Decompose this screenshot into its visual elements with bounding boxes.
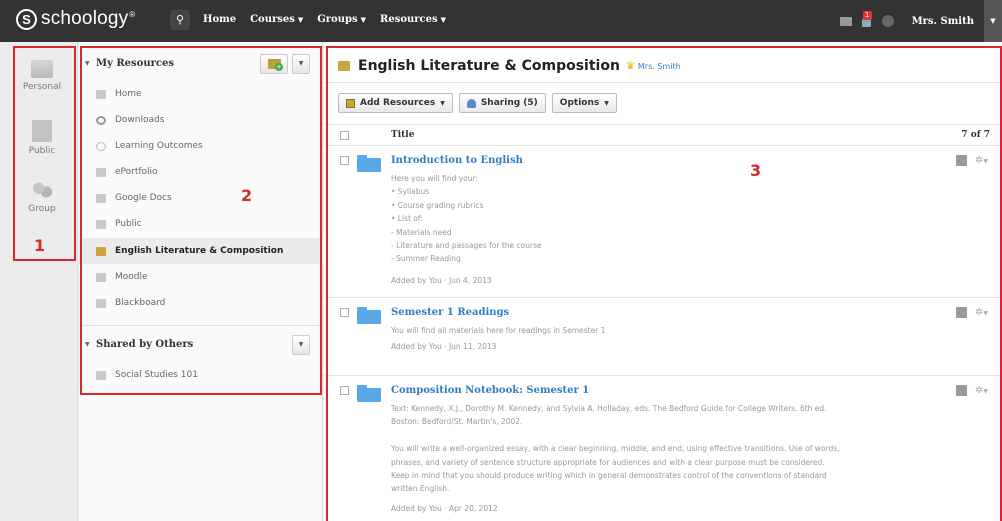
nav-home[interactable]: Home (203, 14, 236, 25)
nav-courses[interactable]: Courses ▼ (250, 14, 303, 25)
chevron-down-icon: ▼ (297, 15, 304, 24)
annotation-box-3 (326, 46, 1002, 521)
top-navigation-bar: S schoology® ⚲ Home Courses ▼ Groups ▼ Res… (0, 0, 1002, 42)
logo-text: schoology (41, 8, 129, 29)
chevron-down-icon: ▼ (440, 15, 446, 24)
annotation-box-2 (80, 46, 322, 395)
notification-badge: 1 (862, 11, 872, 20)
requests-icon[interactable]: 1 (860, 11, 874, 28)
nav-resources-label: Resources (380, 14, 438, 25)
nav-courses-label: Courses (250, 14, 295, 25)
annotation-number-1: 1 (34, 236, 46, 255)
schoology-logo[interactable]: S schoology® (16, 8, 135, 30)
main-nav: Home Courses ▼ Groups ▼ Resources ▼ (203, 14, 460, 25)
nav-groups-label: Groups (317, 14, 358, 25)
nav-home-label: Home (203, 14, 237, 25)
annotation-number-2: 2 (241, 186, 253, 205)
logo-trademark: ® (129, 9, 136, 19)
user-name[interactable]: Mrs. Smith (912, 16, 974, 27)
nav-resources[interactable]: Resources ▼ (380, 14, 446, 25)
messages-icon[interactable] (839, 16, 852, 26)
chevron-down-icon: ▼ (360, 15, 367, 24)
notifications-icon[interactable] (881, 15, 894, 27)
search-icon[interactable]: ⚲ (170, 10, 190, 30)
annotation-box-1 (13, 46, 76, 261)
logo-mark: S (16, 8, 37, 30)
annotation-number-3: 3 (750, 161, 762, 180)
nav-groups[interactable]: Groups ▼ (317, 14, 366, 25)
user-area: 1 Mrs. Smith ▼ (839, 0, 1002, 42)
user-menu-chevron-icon[interactable]: ▼ (984, 0, 1002, 42)
